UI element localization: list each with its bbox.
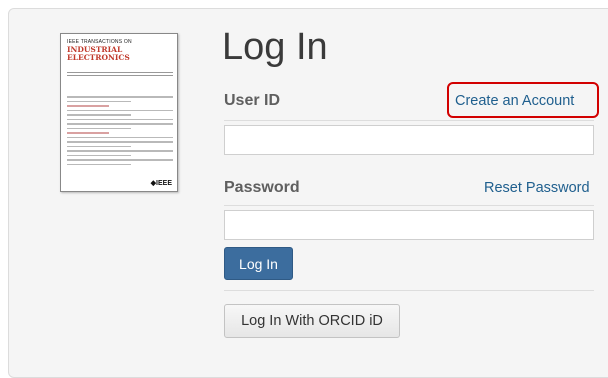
cover-title: INDUSTRIAL ELECTRONICS bbox=[67, 45, 130, 62]
user-id-label: User ID bbox=[224, 92, 281, 109]
divider bbox=[224, 290, 594, 291]
divider bbox=[224, 205, 594, 206]
login-button[interactable]: Log In bbox=[224, 247, 293, 280]
cover-contents bbox=[67, 96, 173, 168]
page-title: Log In bbox=[222, 26, 328, 68]
orcid-login-button[interactable]: Log In With ORCID iD bbox=[224, 304, 400, 338]
user-id-input[interactable] bbox=[224, 125, 594, 155]
cover-meta-row bbox=[67, 72, 173, 76]
journal-cover-image: IEEE TRANSACTIONS ON INDUSTRIAL ELECTRON… bbox=[60, 33, 178, 192]
password-label: Password bbox=[224, 179, 300, 196]
password-input[interactable] bbox=[224, 210, 594, 240]
highlight-box bbox=[447, 82, 599, 118]
divider bbox=[224, 120, 594, 121]
ieee-logo: ◆IEEE bbox=[150, 180, 172, 187]
reset-password-link[interactable]: Reset Password bbox=[484, 180, 590, 196]
